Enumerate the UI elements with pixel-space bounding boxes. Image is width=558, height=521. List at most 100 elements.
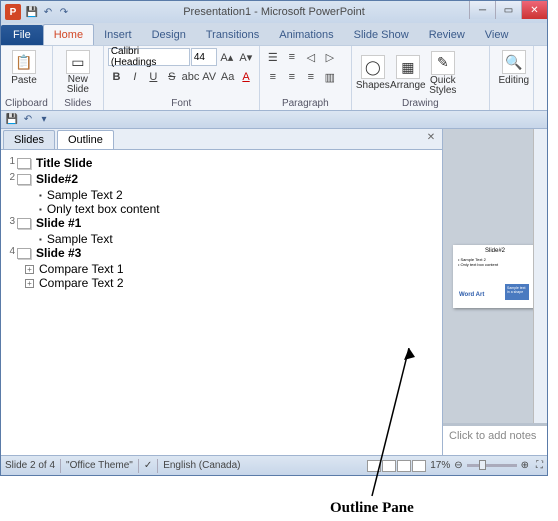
align-right-button[interactable]: ≡ — [302, 68, 320, 86]
tab-file[interactable]: File — [1, 25, 43, 45]
tab-home[interactable]: Home — [43, 24, 94, 45]
sorter-view-icon[interactable] — [382, 460, 396, 472]
case-button[interactable]: Aa — [219, 68, 236, 86]
tab-slides-pane[interactable]: Slides — [3, 130, 55, 149]
slide-title[interactable]: Slide #3 — [36, 246, 81, 260]
outline-expandable[interactable]: + Compare Text 1 — [25, 262, 438, 276]
close-button[interactable]: ✕ — [521, 1, 547, 19]
zoom-in-icon[interactable]: ⊕ — [521, 460, 529, 471]
group-label-slides: Slides — [57, 98, 99, 110]
expand-icon[interactable]: + — [25, 265, 34, 274]
maximize-button[interactable]: ▭ — [495, 1, 521, 19]
redo-icon[interactable]: ↷ — [57, 5, 71, 19]
window-title: Presentation1 - Microsoft PowerPoint — [183, 6, 365, 18]
font-name-select[interactable]: Calibri (Headings — [108, 48, 190, 66]
shapes-icon: ◯ — [361, 55, 385, 79]
notes-pane[interactable]: Click to add notes — [443, 423, 547, 455]
columns-button[interactable]: ▥ — [321, 68, 339, 86]
slide-title[interactable]: Slide#2 — [36, 172, 78, 186]
strike-button[interactable]: S — [163, 68, 180, 86]
align-center-button[interactable]: ≡ — [283, 68, 301, 86]
font-size-select[interactable]: 44 — [191, 48, 217, 66]
slide-num: 2 — [5, 172, 15, 183]
bullets-button[interactable]: ☰ — [264, 48, 282, 66]
zoom-out-icon[interactable]: ⊖ — [454, 460, 462, 471]
undo-icon-2[interactable]: ↶ — [21, 113, 35, 127]
vertical-scrollbar[interactable] — [533, 129, 547, 423]
tab-review[interactable]: Review — [419, 25, 475, 45]
slide-area[interactable]: Slide#2 • Sample Text 2 • Only text box … — [443, 129, 547, 423]
qat-dropdown-icon[interactable]: ▾ — [37, 113, 51, 127]
new-slide-button[interactable]: ▭ New Slide — [57, 48, 99, 95]
save-icon[interactable]: 💾 — [25, 5, 39, 19]
window-buttons: ─ ▭ ✕ — [469, 1, 547, 19]
underline-button[interactable]: U — [145, 68, 162, 86]
save-icon-2[interactable]: 💾 — [5, 113, 19, 127]
outline-body[interactable]: 1 Title Slide 2 Slide#2 Sample Text 2 On… — [1, 150, 442, 455]
outline-slide-4[interactable]: 4 Slide #3 — [5, 246, 438, 260]
arrange-button[interactable]: ▦ Arrange — [391, 53, 425, 91]
zoom-slider[interactable] — [467, 464, 517, 467]
paste-icon: 📋 — [12, 50, 36, 74]
quick-styles-button[interactable]: ✎ Quick Styles — [426, 49, 460, 96]
status-bar: Slide 2 of 4 "Office Theme" ✓ English (C… — [1, 455, 547, 475]
editing-button[interactable]: 🔍 Editing — [494, 48, 534, 86]
tab-insert[interactable]: Insert — [94, 25, 142, 45]
quick-access-toolbar: 💾 ↶ ↷ — [25, 5, 71, 19]
minimize-button[interactable]: ─ — [469, 1, 495, 19]
tab-slideshow[interactable]: Slide Show — [344, 25, 419, 45]
outline-text[interactable]: Compare Text 1 — [39, 262, 124, 276]
new-slide-icon: ▭ — [66, 50, 90, 74]
slide-title[interactable]: Slide #1 — [36, 216, 81, 230]
normal-view-icon[interactable] — [367, 460, 381, 472]
editing-label: Editing — [499, 75, 530, 86]
paste-button[interactable]: 📋 Paste — [5, 48, 43, 86]
expand-icon[interactable]: + — [25, 279, 34, 288]
reading-view-icon[interactable] — [397, 460, 411, 472]
close-pane-icon[interactable]: ✕ — [424, 132, 438, 143]
undo-icon[interactable]: ↶ — [41, 5, 55, 19]
quick-styles-label: Quick Styles — [429, 76, 456, 96]
slide-title[interactable]: Title Slide — [36, 156, 92, 170]
shapes-button[interactable]: ◯ Shapes — [356, 53, 390, 91]
spacing-button[interactable]: AV — [201, 68, 218, 86]
align-left-button[interactable]: ≡ — [264, 68, 282, 86]
group-label-clipboard: Clipboard — [5, 98, 48, 110]
tab-design[interactable]: Design — [142, 25, 196, 45]
slide-num: 1 — [5, 156, 15, 167]
grow-font-icon[interactable]: A▴ — [218, 48, 236, 66]
shadow-button[interactable]: abc — [182, 68, 200, 86]
outline-slide-2[interactable]: 2 Slide#2 — [5, 172, 438, 186]
slide-icon — [17, 218, 31, 229]
shrink-font-icon[interactable]: A▾ — [237, 48, 255, 66]
slide-thumbnail[interactable]: Slide#2 • Sample Text 2 • Only text box … — [453, 245, 537, 308]
outline-slide-3[interactable]: 3 Slide #1 — [5, 216, 438, 230]
outline-bullet[interactable]: Only text box content — [39, 202, 438, 216]
outline-bullet[interactable]: Sample Text — [39, 232, 438, 246]
spellcheck-icon[interactable]: ✓ — [144, 460, 152, 471]
outline-bullet[interactable]: Sample Text 2 — [39, 188, 438, 202]
group-slides: ▭ New Slide Slides — [53, 46, 104, 110]
tab-transitions[interactable]: Transitions — [196, 25, 269, 45]
outline-expandable[interactable]: + Compare Text 2 — [25, 276, 438, 290]
zoom-level[interactable]: 17% — [430, 460, 450, 471]
outline-slide-1[interactable]: 1 Title Slide — [5, 156, 438, 170]
numbering-button[interactable]: ≡ — [283, 48, 301, 66]
preview-title: Slide#2 — [456, 248, 534, 254]
group-editing: 🔍 Editing — [490, 46, 534, 110]
tab-view[interactable]: View — [475, 25, 519, 45]
indent-inc-button[interactable]: ▷ — [321, 48, 339, 66]
group-paragraph: ☰ ≡ ◁ ▷ ≡ ≡ ≡ ▥ Paragraph — [260, 46, 352, 110]
preview-bullet: • Only text box content — [458, 262, 534, 267]
slideshow-view-icon[interactable] — [412, 460, 426, 472]
outline-text[interactable]: Compare Text 2 — [39, 276, 124, 290]
app-window: P 💾 ↶ ↷ Presentation1 - Microsoft PowerP… — [0, 0, 548, 476]
tab-animations[interactable]: Animations — [269, 25, 343, 45]
fit-icon[interactable]: ⛶ — [536, 460, 543, 471]
indent-dec-button[interactable]: ◁ — [302, 48, 320, 66]
status-language[interactable]: English (Canada) — [163, 460, 240, 471]
italic-button[interactable]: I — [126, 68, 143, 86]
font-color-button[interactable]: A — [237, 68, 254, 86]
tab-outline-pane[interactable]: Outline — [57, 130, 114, 149]
bold-button[interactable]: B — [108, 68, 125, 86]
